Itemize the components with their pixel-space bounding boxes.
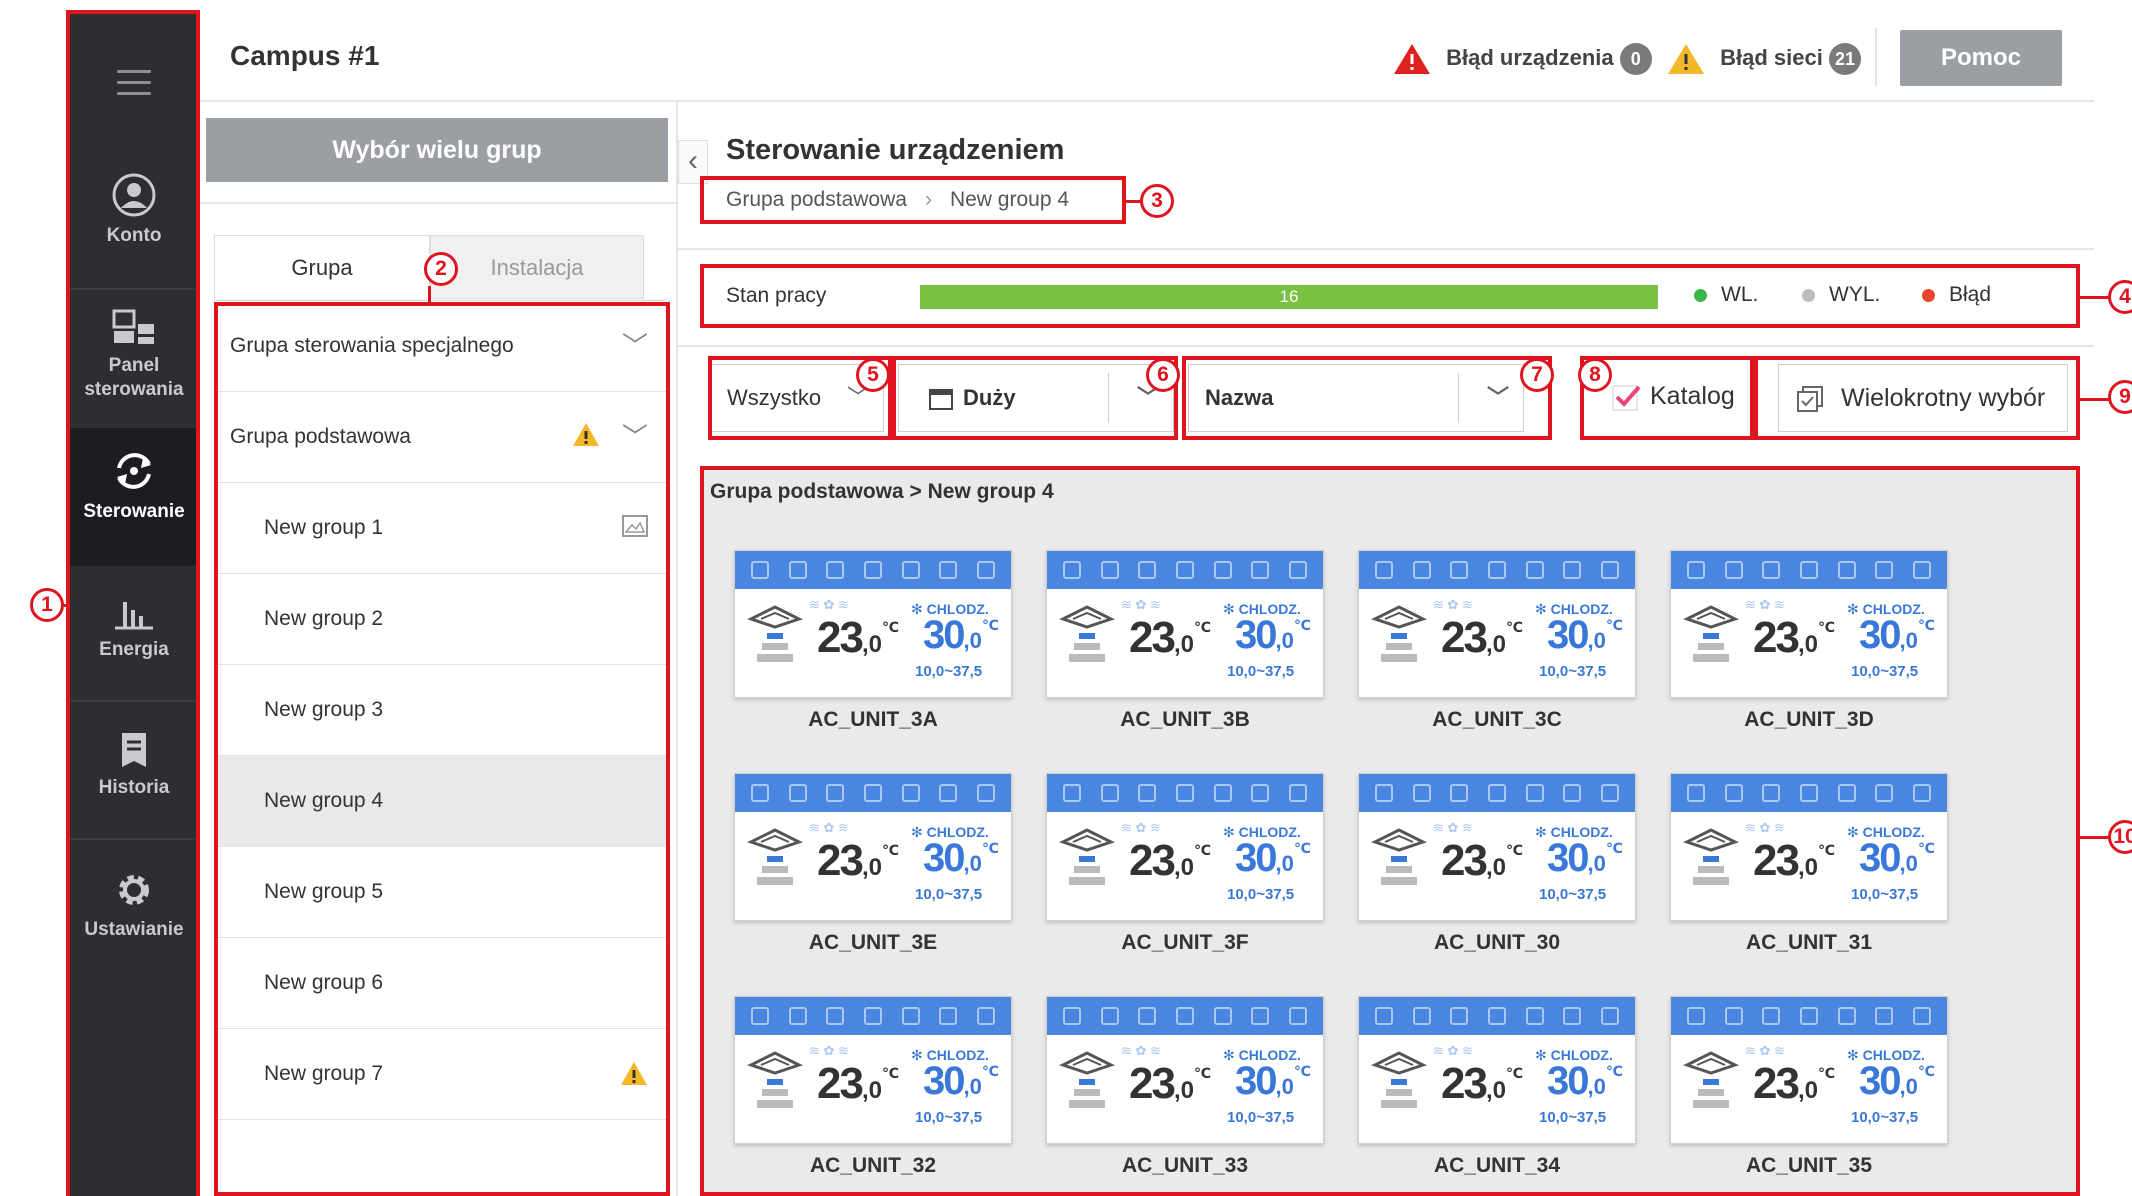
- annotation-box: [700, 264, 2080, 328]
- network-warning-icon: [1668, 44, 1704, 74]
- annotation-box: [1754, 356, 2080, 440]
- network-error-count: 21: [1828, 43, 1861, 75]
- help-button[interactable]: Pomoc: [1900, 30, 2062, 86]
- annotation-callout: 2: [424, 252, 458, 286]
- annotation-callout: 6: [1146, 358, 1180, 392]
- annotation-box: [66, 10, 200, 1196]
- network-error-indicator[interactable]: Błąd sieci 21: [1666, 42, 1861, 76]
- device-error-count: 0: [1619, 43, 1652, 75]
- device-error-indicator[interactable]: Błąd urządzenia 0: [1392, 42, 1652, 76]
- annotation-box: [214, 302, 670, 1196]
- annotation-callout: 3: [1140, 184, 1174, 218]
- page-title: Sterowanie urządzeniem: [726, 134, 1065, 166]
- network-error-label: Błąd sieci: [1720, 44, 1823, 70]
- annotation-box: [1182, 356, 1552, 440]
- annotation-callout: 10: [2108, 820, 2132, 854]
- annotation-callout: 1: [30, 588, 64, 622]
- annotation-box: [700, 466, 2080, 1196]
- annotation-callout: 8: [1578, 358, 1612, 392]
- device-error-label: Błąd urządzenia: [1446, 44, 1614, 70]
- tab-grupa[interactable]: Grupa: [214, 235, 430, 299]
- tab-instalacja[interactable]: Instalacja: [430, 235, 644, 299]
- annotation-callout: 5: [856, 358, 890, 392]
- annotation-callout: 9: [2108, 380, 2132, 414]
- annotation-callout: 4: [2108, 280, 2132, 314]
- annotation-box: [892, 356, 1178, 440]
- device-error-icon: [1394, 44, 1430, 74]
- annotation-callout: 7: [1520, 358, 1554, 392]
- annotation-box: [700, 176, 1126, 224]
- multi-group-select-button[interactable]: Wybór wielu grup: [206, 118, 668, 182]
- campus-title: Campus #1: [230, 40, 380, 71]
